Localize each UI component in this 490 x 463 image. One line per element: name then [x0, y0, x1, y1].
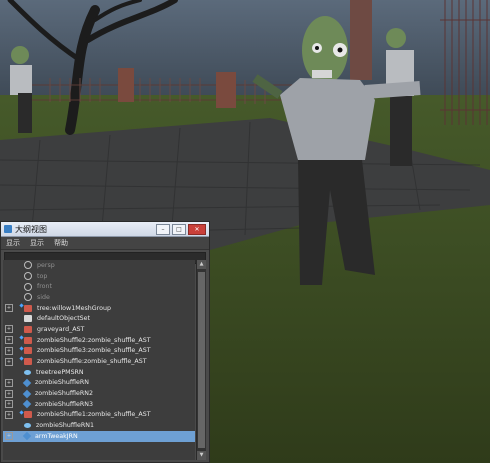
group-icon: [24, 347, 32, 355]
outliner-row[interactable]: + zombieShuffle2:zombie_shuffle_AST: [3, 335, 195, 346]
expand-icon[interactable]: +: [5, 357, 13, 366]
diamond-icon: [22, 389, 32, 398]
set-icon: [24, 315, 32, 323]
camera-icon: [24, 293, 32, 302]
reference-marker-icon: [19, 345, 24, 351]
maya-app-icon: [4, 225, 12, 233]
outliner-row-label: persp: [37, 261, 55, 269]
outliner-row[interactable]: + zombieShuffleRN2: [3, 388, 195, 399]
outliner-row-label: side: [37, 293, 50, 301]
expand-icon[interactable]: +: [5, 346, 13, 355]
menu-show[interactable]: 显示: [30, 238, 44, 248]
outliner-row[interactable]: + zombieShuffle3:zombie_shuffle_AST: [3, 345, 195, 357]
reference-marker-icon: [19, 356, 24, 361]
reference-marker-icon: [19, 410, 24, 415]
refnode-icon: [24, 423, 31, 429]
fence-pillar: [216, 72, 236, 108]
group-icon: [24, 325, 32, 333]
outliner-row-label: zombieShuffle3:zombie_shuffle_AST: [37, 347, 151, 355]
outliner-row[interactable]: zombieShuffleRN1: [3, 420, 195, 431]
diamond-icon: [22, 400, 32, 409]
gate-pillar: [350, 0, 372, 80]
outliner-row-label: zombieShuffleRN1: [36, 422, 94, 430]
close-button[interactable]: ✕: [188, 223, 206, 235]
menu-bar: 显示 显示 帮助: [1, 237, 209, 250]
expand-icon[interactable]: +: [5, 325, 13, 334]
group-icon: [24, 358, 32, 366]
outliner-row-label: defaultObjectSet: [37, 315, 91, 323]
group-icon: [24, 336, 32, 344]
scroll-down-icon[interactable]: ▼: [197, 451, 206, 460]
outliner-row[interactable]: treetreePMSRN: [3, 367, 195, 378]
expand-icon[interactable]: +: [5, 432, 13, 441]
outliner-row-label: armTweakJRN: [35, 432, 78, 440]
outliner-row-label: zombieShuffle:zombie_shuffle_AST: [37, 358, 147, 366]
outliner-row-label: zombieShuffle1:zombie_shuffle_AST: [37, 411, 151, 419]
diamond-icon: [22, 378, 32, 388]
expand-icon[interactable]: +: [5, 336, 13, 345]
expand-icon[interactable]: +: [5, 378, 13, 387]
expand-icon[interactable]: +: [5, 389, 13, 398]
diamond-icon: [22, 432, 32, 441]
reference-marker-icon: [19, 303, 24, 308]
scroll-thumb[interactable]: [198, 272, 205, 448]
outliner-row[interactable]: side: [3, 292, 195, 303]
outliner-row-label: treetreePMSRN: [36, 368, 84, 376]
outliner-row-label: top: [37, 272, 48, 280]
camera-icon: [24, 282, 32, 291]
reference-marker-icon: [19, 335, 24, 340]
outliner-row-label: zombieShuffle2:zombie_shuffle_AST: [37, 336, 151, 344]
outliner-row-label: tree:willow1MeshGroup: [37, 304, 111, 312]
group-icon: [24, 304, 32, 312]
expand-icon[interactable]: +: [5, 304, 13, 313]
outliner-row[interactable]: + zombieShuffle1:zombie_shuffle_AST: [3, 410, 195, 421]
window-title: 大纲视图: [15, 224, 47, 234]
menu-help[interactable]: 帮助: [54, 238, 68, 248]
outliner-row[interactable]: front: [3, 281, 195, 292]
menu-display[interactable]: 显示: [6, 238, 20, 248]
expand-icon[interactable]: +: [5, 400, 13, 409]
group-icon: [24, 411, 32, 419]
outliner-row-label: graveyard_AST: [37, 325, 85, 333]
minimize-button[interactable]: –: [156, 223, 170, 235]
expand-icon[interactable]: +: [5, 410, 13, 419]
outliner-row[interactable]: + zombieShuffleRN: [3, 378, 195, 389]
fence-pillar: [118, 68, 134, 102]
camera-icon: [24, 272, 32, 281]
outliner-row[interactable]: + graveyard_AST: [3, 324, 195, 335]
outliner-row-label: zombieShuffleRN2: [35, 390, 93, 398]
maximize-button[interactable]: □: [172, 223, 186, 235]
outliner-row[interactable]: + tree:willow1MeshGroup: [3, 303, 195, 314]
title-bar[interactable]: 大纲视图 – □ ✕: [1, 222, 209, 237]
outliner-row[interactable]: + armTweakJRN: [3, 431, 195, 442]
camera-icon: [24, 261, 32, 270]
outliner-row[interactable]: defaultObjectSet: [3, 313, 195, 324]
outliner-row-label: front: [37, 283, 52, 291]
outliner-row[interactable]: + zombieShuffle:zombie_shuffle_AST: [3, 356, 195, 367]
outliner-row-label: zombieShuffleRN3: [35, 400, 93, 408]
outliner-row[interactable]: top: [3, 271, 195, 282]
vertical-scrollbar[interactable]: ▲ ▼: [196, 260, 206, 460]
refnode-icon: [24, 369, 31, 375]
scroll-up-icon[interactable]: ▲: [197, 260, 206, 269]
outliner-row[interactable]: + zombieShuffleRN3: [3, 399, 195, 410]
outliner-list[interactable]: persp top front side + tree:willow1MeshGroup d…: [3, 260, 195, 460]
outliner-row-label: zombieShuffleRN: [35, 379, 89, 387]
outliner-window[interactable]: 大纲视图 – □ ✕ 显示 显示 帮助 persp top front side + tr…: [0, 221, 210, 463]
outliner-row[interactable]: persp: [3, 260, 195, 271]
